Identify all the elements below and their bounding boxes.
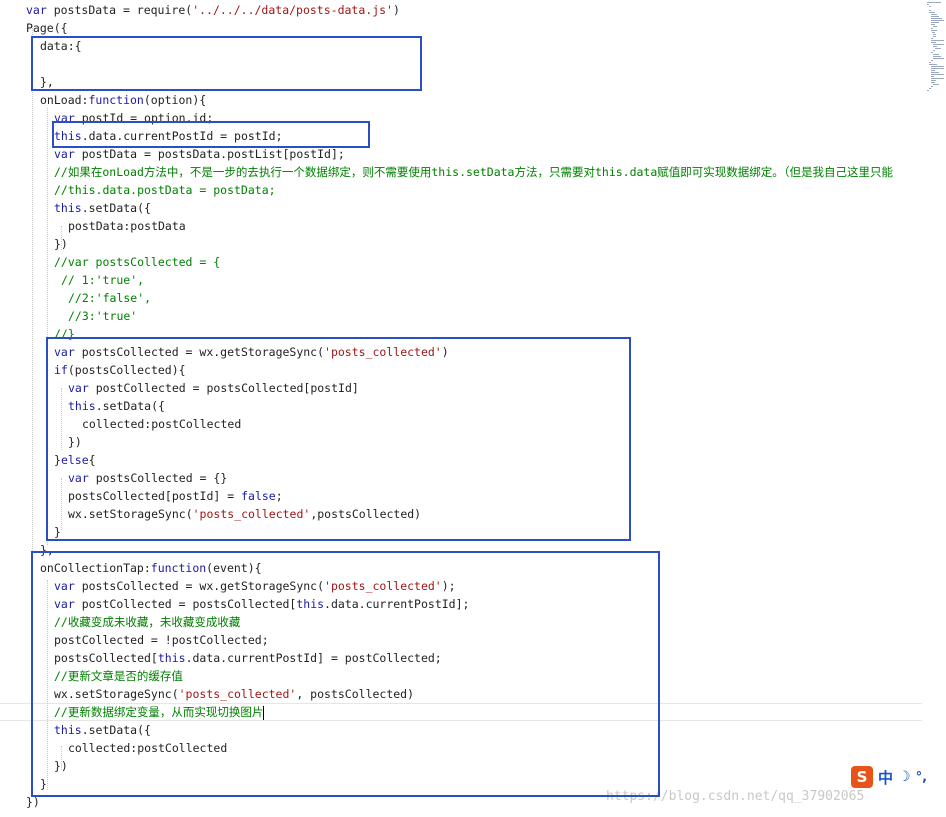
ime-toolbar[interactable]: S 中 ☽ °, [851,765,946,789]
code-token: //var postsCollected = { [54,255,221,269]
code-line[interactable]: this.setData({ [0,199,922,217]
minimap-line [931,76,934,77]
code-token: '../../../data/posts-data.js' [192,3,393,17]
minimap-line [929,62,931,63]
code-line[interactable]: //3:'true' [0,307,922,325]
code-token: var [26,3,47,17]
minimap-line [931,66,944,67]
punctuation-toggle[interactable]: °, [916,770,927,785]
minimap-line [931,22,939,23]
code-token: var [54,147,75,161]
minimap-line [931,68,944,69]
minimap-line [931,86,933,87]
minimap-line [927,4,929,5]
minimap-line [933,46,937,47]
code-line[interactable]: //2:'false', [0,289,922,307]
minimap-line [933,50,935,51]
minimap-line [931,42,936,43]
minimap-line [931,14,937,15]
minimap-line [929,6,931,7]
code-line[interactable]: // 1:'true', [0,271,922,289]
minimap-line [931,16,939,17]
code-token: postData:postData [68,219,186,233]
minimap-line [931,78,944,79]
minimap-line [931,28,933,29]
minimap-line [933,36,936,37]
code-token: function [88,93,144,107]
minimap-line [933,84,939,85]
minimap-line [931,70,935,71]
minimap-line [931,82,935,83]
minimap-line [931,20,944,21]
minimap-line [931,38,933,39]
minimap-line [931,72,939,73]
ime-language-toggle[interactable]: 中 [878,767,893,788]
minimap-line [931,30,937,31]
highlight-current-post-id [52,121,370,148]
minimap-line [933,58,944,59]
code-token: ) [392,3,400,17]
highlight-collection-tap [31,551,660,797]
minimap-line [929,12,935,13]
minimap-line [929,10,931,11]
code-token: postsData = require( [46,3,193,17]
code-token: //如果在onLoad方法中，不是一步的去执行一个数据绑定，则不需要使用this… [54,165,894,179]
code-token: //2:'false', [68,291,152,305]
minimap-line [931,80,936,81]
minimap-line [933,44,944,45]
code-line[interactable]: onLoad:function(option){ [0,91,922,109]
minimap-line [933,34,936,35]
code-token: this [54,201,82,215]
minimap-line [927,2,941,3]
code-line[interactable]: Page({ [0,19,922,37]
code-token: // 1:'true', [61,273,145,287]
code-token: }) [26,795,40,809]
code-token: onLoad: [40,93,89,107]
minimap-line [931,60,933,61]
minimap-line [931,24,935,25]
code-token: //3:'true' [68,309,138,323]
code-line[interactable]: var postsData = require('../../../data/p… [0,1,922,19]
code-token: postData = postsData.postList[postId]; [74,147,345,161]
code-line[interactable]: //this.data.postData = postData; [0,181,922,199]
minimap-line [931,52,933,53]
code-token: (option){ [143,93,207,107]
minimap-line [935,48,941,49]
code-line[interactable]: //如果在onLoad方法中，不是一步的去执行一个数据绑定，则不需要使用this… [0,163,922,181]
code-token: .setData({ [81,201,151,215]
sogou-logo-icon[interactable]: S [851,766,873,788]
minimap-line [929,88,931,89]
indent-guide [61,226,62,250]
minimap-line [933,26,937,27]
highlight-data-block [31,36,422,91]
code-line[interactable]: postData:postData [0,217,922,235]
minimap-line [929,64,937,65]
moon-icon[interactable]: ☽ [898,769,911,785]
minimap-line [931,40,944,41]
minimap-line [927,90,929,91]
minimap-line [933,56,941,57]
minimap-line [931,18,942,19]
code-line[interactable]: //var postsCollected = { [0,253,922,271]
minimap[interactable] [922,0,946,100]
highlight-storage-block [46,337,631,541]
minimap-line [932,32,935,33]
minimap-line [931,74,944,75]
minimap-line [933,54,939,55]
code-line[interactable]: }) [0,235,922,253]
code-token: //this.data.postData = postData; [54,183,276,197]
